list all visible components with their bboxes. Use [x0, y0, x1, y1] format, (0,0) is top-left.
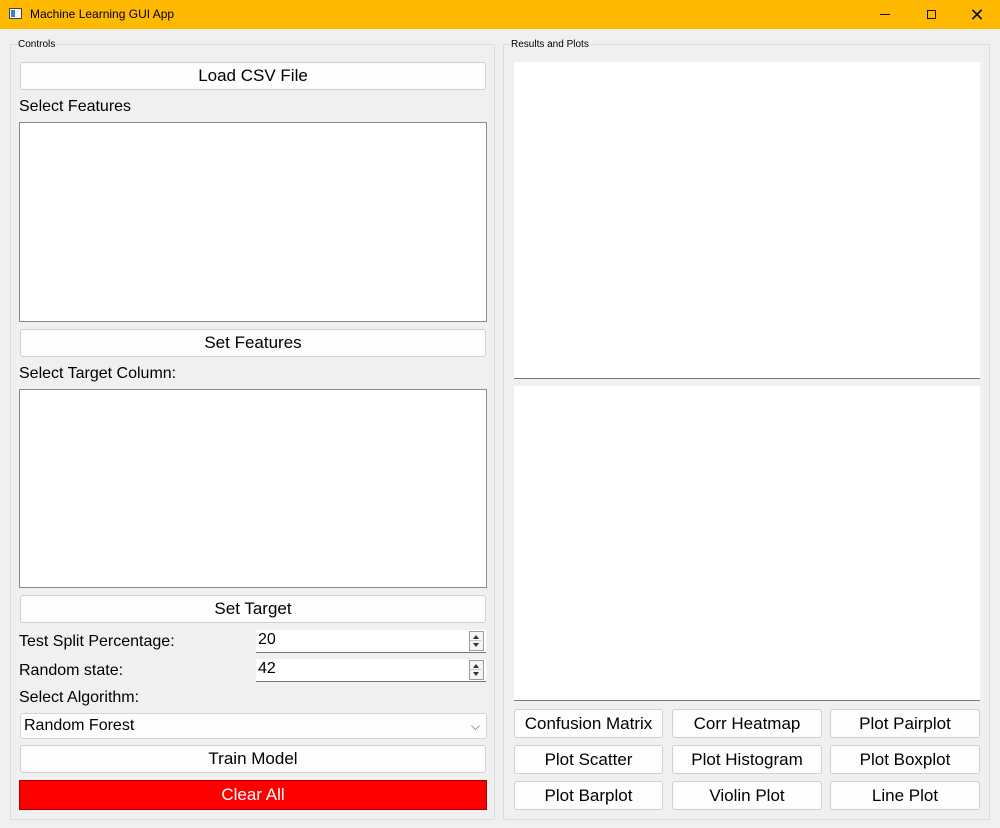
plot-scatter-button[interactable]: Plot Scatter — [514, 745, 663, 774]
corr-heatmap-button[interactable]: Corr Heatmap — [672, 709, 822, 738]
results-group-title: Results and Plots — [510, 39, 590, 51]
random-state-spinbox[interactable]: 42 — [256, 659, 486, 682]
select-features-label: Select Features — [19, 98, 132, 115]
controls-group-title: Controls — [17, 39, 57, 51]
spin-arrows-icon[interactable] — [469, 660, 484, 680]
app-icon — [9, 8, 22, 19]
spin-arrows-icon[interactable] — [469, 631, 484, 651]
plot-barplot-button[interactable]: Plot Barplot — [514, 781, 663, 810]
plot-canvas-top — [514, 62, 980, 378]
random-state-label: Random state: — [19, 662, 124, 679]
arrow-down-icon[interactable] — [473, 643, 479, 647]
plot-boxplot-button[interactable]: Plot Boxplot — [830, 745, 980, 774]
line-plot-button[interactable]: Line Plot — [830, 781, 980, 810]
plot-histogram-button[interactable]: Plot Histogram — [672, 745, 822, 774]
test-split-spinbox[interactable]: 20 — [256, 630, 486, 653]
target-listbox[interactable] — [19, 389, 487, 588]
features-listbox[interactable] — [19, 122, 487, 322]
train-model-button[interactable]: Train Model — [20, 745, 486, 773]
maximize-icon — [926, 10, 936, 19]
close-button[interactable]: ✕ — [954, 0, 1000, 29]
select-algorithm-label: Select Algorithm: — [19, 689, 140, 706]
window-title: Machine Learning GUI App — [30, 7, 175, 21]
chevron-down-icon: ⌵ — [470, 719, 480, 733]
clear-all-button[interactable]: Clear All — [19, 780, 487, 810]
arrow-up-icon[interactable] — [473, 664, 479, 668]
maximize-button[interactable] — [908, 0, 954, 29]
minimize-icon — [880, 14, 890, 15]
test-split-value: 20 — [258, 631, 276, 648]
random-state-value: 42 — [258, 660, 276, 677]
close-icon: ✕ — [969, 4, 985, 25]
test-split-label: Test Split Percentage: — [19, 633, 175, 650]
minimize-button[interactable] — [862, 0, 908, 29]
algorithm-select[interactable]: Random Forest ⌵ — [20, 713, 487, 739]
confusion-matrix-button[interactable]: Confusion Matrix — [514, 709, 663, 738]
plot-pairplot-button[interactable]: Plot Pairplot — [830, 709, 980, 738]
violin-plot-button[interactable]: Violin Plot — [672, 781, 822, 810]
canvas-divider — [514, 378, 980, 379]
plot-canvas-bottom — [514, 386, 980, 700]
arrow-down-icon[interactable] — [473, 672, 479, 676]
canvas-divider — [514, 700, 980, 701]
algorithm-selected: Random Forest — [24, 717, 135, 734]
select-target-label: Select Target Column: — [19, 365, 177, 382]
load-csv-button[interactable]: Load CSV File — [20, 62, 486, 90]
set-target-button[interactable]: Set Target — [20, 595, 486, 623]
arrow-up-icon[interactable] — [473, 635, 479, 639]
set-features-button[interactable]: Set Features — [20, 329, 486, 357]
